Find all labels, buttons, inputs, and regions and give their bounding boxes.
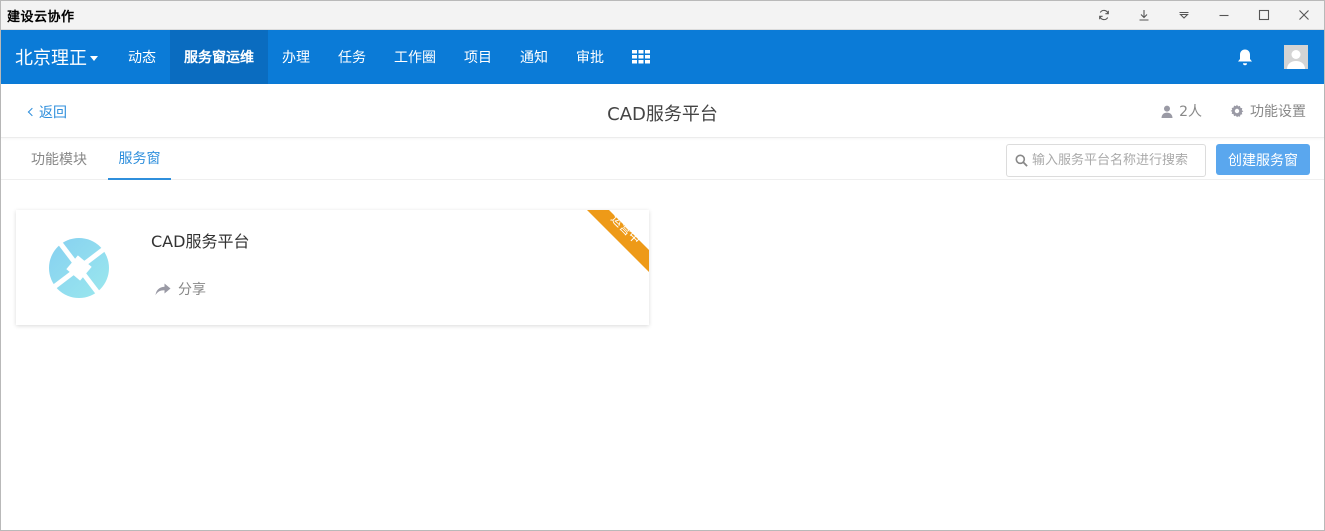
page-title: CAD服务平台 <box>607 104 718 125</box>
app-window: 建设云协作 北京理正 动态 服务窗运维 办理 任务 工作圈 项目 通知 审批 返… <box>0 0 1325 531</box>
bell-icon[interactable] <box>1236 48 1254 67</box>
share-label: 分享 <box>178 282 206 298</box>
service-logo <box>48 237 110 303</box>
maximize-icon[interactable] <box>1244 1 1284 30</box>
status-ribbon-wrap: 运营中 <box>587 210 649 272</box>
org-switcher[interactable]: 北京理正 <box>1 30 114 84</box>
back-button[interactable]: 返回 <box>27 102 67 122</box>
nav-item-tasks[interactable]: 任务 <box>324 30 380 84</box>
search-icon <box>1015 154 1028 167</box>
app-title: 建设云协作 <box>7 9 75 25</box>
share-button[interactable]: 分享 <box>155 279 206 299</box>
dropdown-icon[interactable] <box>1164 1 1204 30</box>
service-card[interactable]: CAD服务平台 分享 运营中 <box>16 210 649 325</box>
nav-item-notices[interactable]: 通知 <box>506 30 562 84</box>
avatar[interactable] <box>1284 45 1308 69</box>
main-navbar: 北京理正 动态 服务窗运维 办理 任务 工作圈 项目 通知 审批 <box>1 30 1324 84</box>
tab-function-modules[interactable]: 功能模块 <box>19 138 99 180</box>
close-icon[interactable] <box>1284 1 1324 30</box>
gear-icon <box>1230 104 1244 118</box>
share-icon <box>155 283 171 295</box>
nav-items: 动态 服务窗运维 办理 任务 工作圈 项目 通知 审批 <box>114 30 664 84</box>
settings-label: 功能设置 <box>1250 104 1306 120</box>
card-title[interactable]: CAD服务平台 <box>151 228 249 252</box>
title-bar: 建设云协作 <box>1 1 1324 30</box>
window-controls <box>1084 1 1324 30</box>
back-label: 返回 <box>39 105 67 121</box>
nav-item-handle[interactable]: 办理 <box>268 30 324 84</box>
nav-item-dynamics[interactable]: 动态 <box>114 30 170 84</box>
minimize-icon[interactable] <box>1204 1 1244 30</box>
nav-item-work-circle[interactable]: 工作圈 <box>380 30 450 84</box>
members-button[interactable]: 2人 <box>1161 101 1202 121</box>
apps-grid-icon[interactable] <box>618 30 664 84</box>
search-box <box>1006 144 1206 177</box>
members-count: 2人 <box>1179 104 1202 120</box>
download-icon[interactable] <box>1124 1 1164 30</box>
create-service-window-button[interactable]: 创建服务窗 <box>1216 144 1310 175</box>
tab-service-window[interactable]: 服务窗 <box>108 138 171 180</box>
nav-item-approval[interactable]: 审批 <box>562 30 618 84</box>
refresh-icon[interactable] <box>1084 1 1124 30</box>
user-icon <box>1161 105 1173 118</box>
org-name: 北京理正 <box>15 48 87 69</box>
chevron-left-icon <box>27 107 37 117</box>
nav-item-service-ops[interactable]: 服务窗运维 <box>170 30 268 84</box>
page-header: 返回 CAD服务平台 2人 功能设置 <box>1 84 1324 138</box>
nav-item-projects[interactable]: 项目 <box>450 30 506 84</box>
search-input[interactable] <box>1032 153 1202 168</box>
navbar-right <box>1236 30 1308 84</box>
header-actions: 2人 功能设置 <box>1161 101 1306 121</box>
caret-down-icon <box>90 55 98 61</box>
tabs-row: 功能模块 服务窗 创建服务窗 <box>1 138 1324 180</box>
settings-button[interactable]: 功能设置 <box>1230 101 1306 121</box>
